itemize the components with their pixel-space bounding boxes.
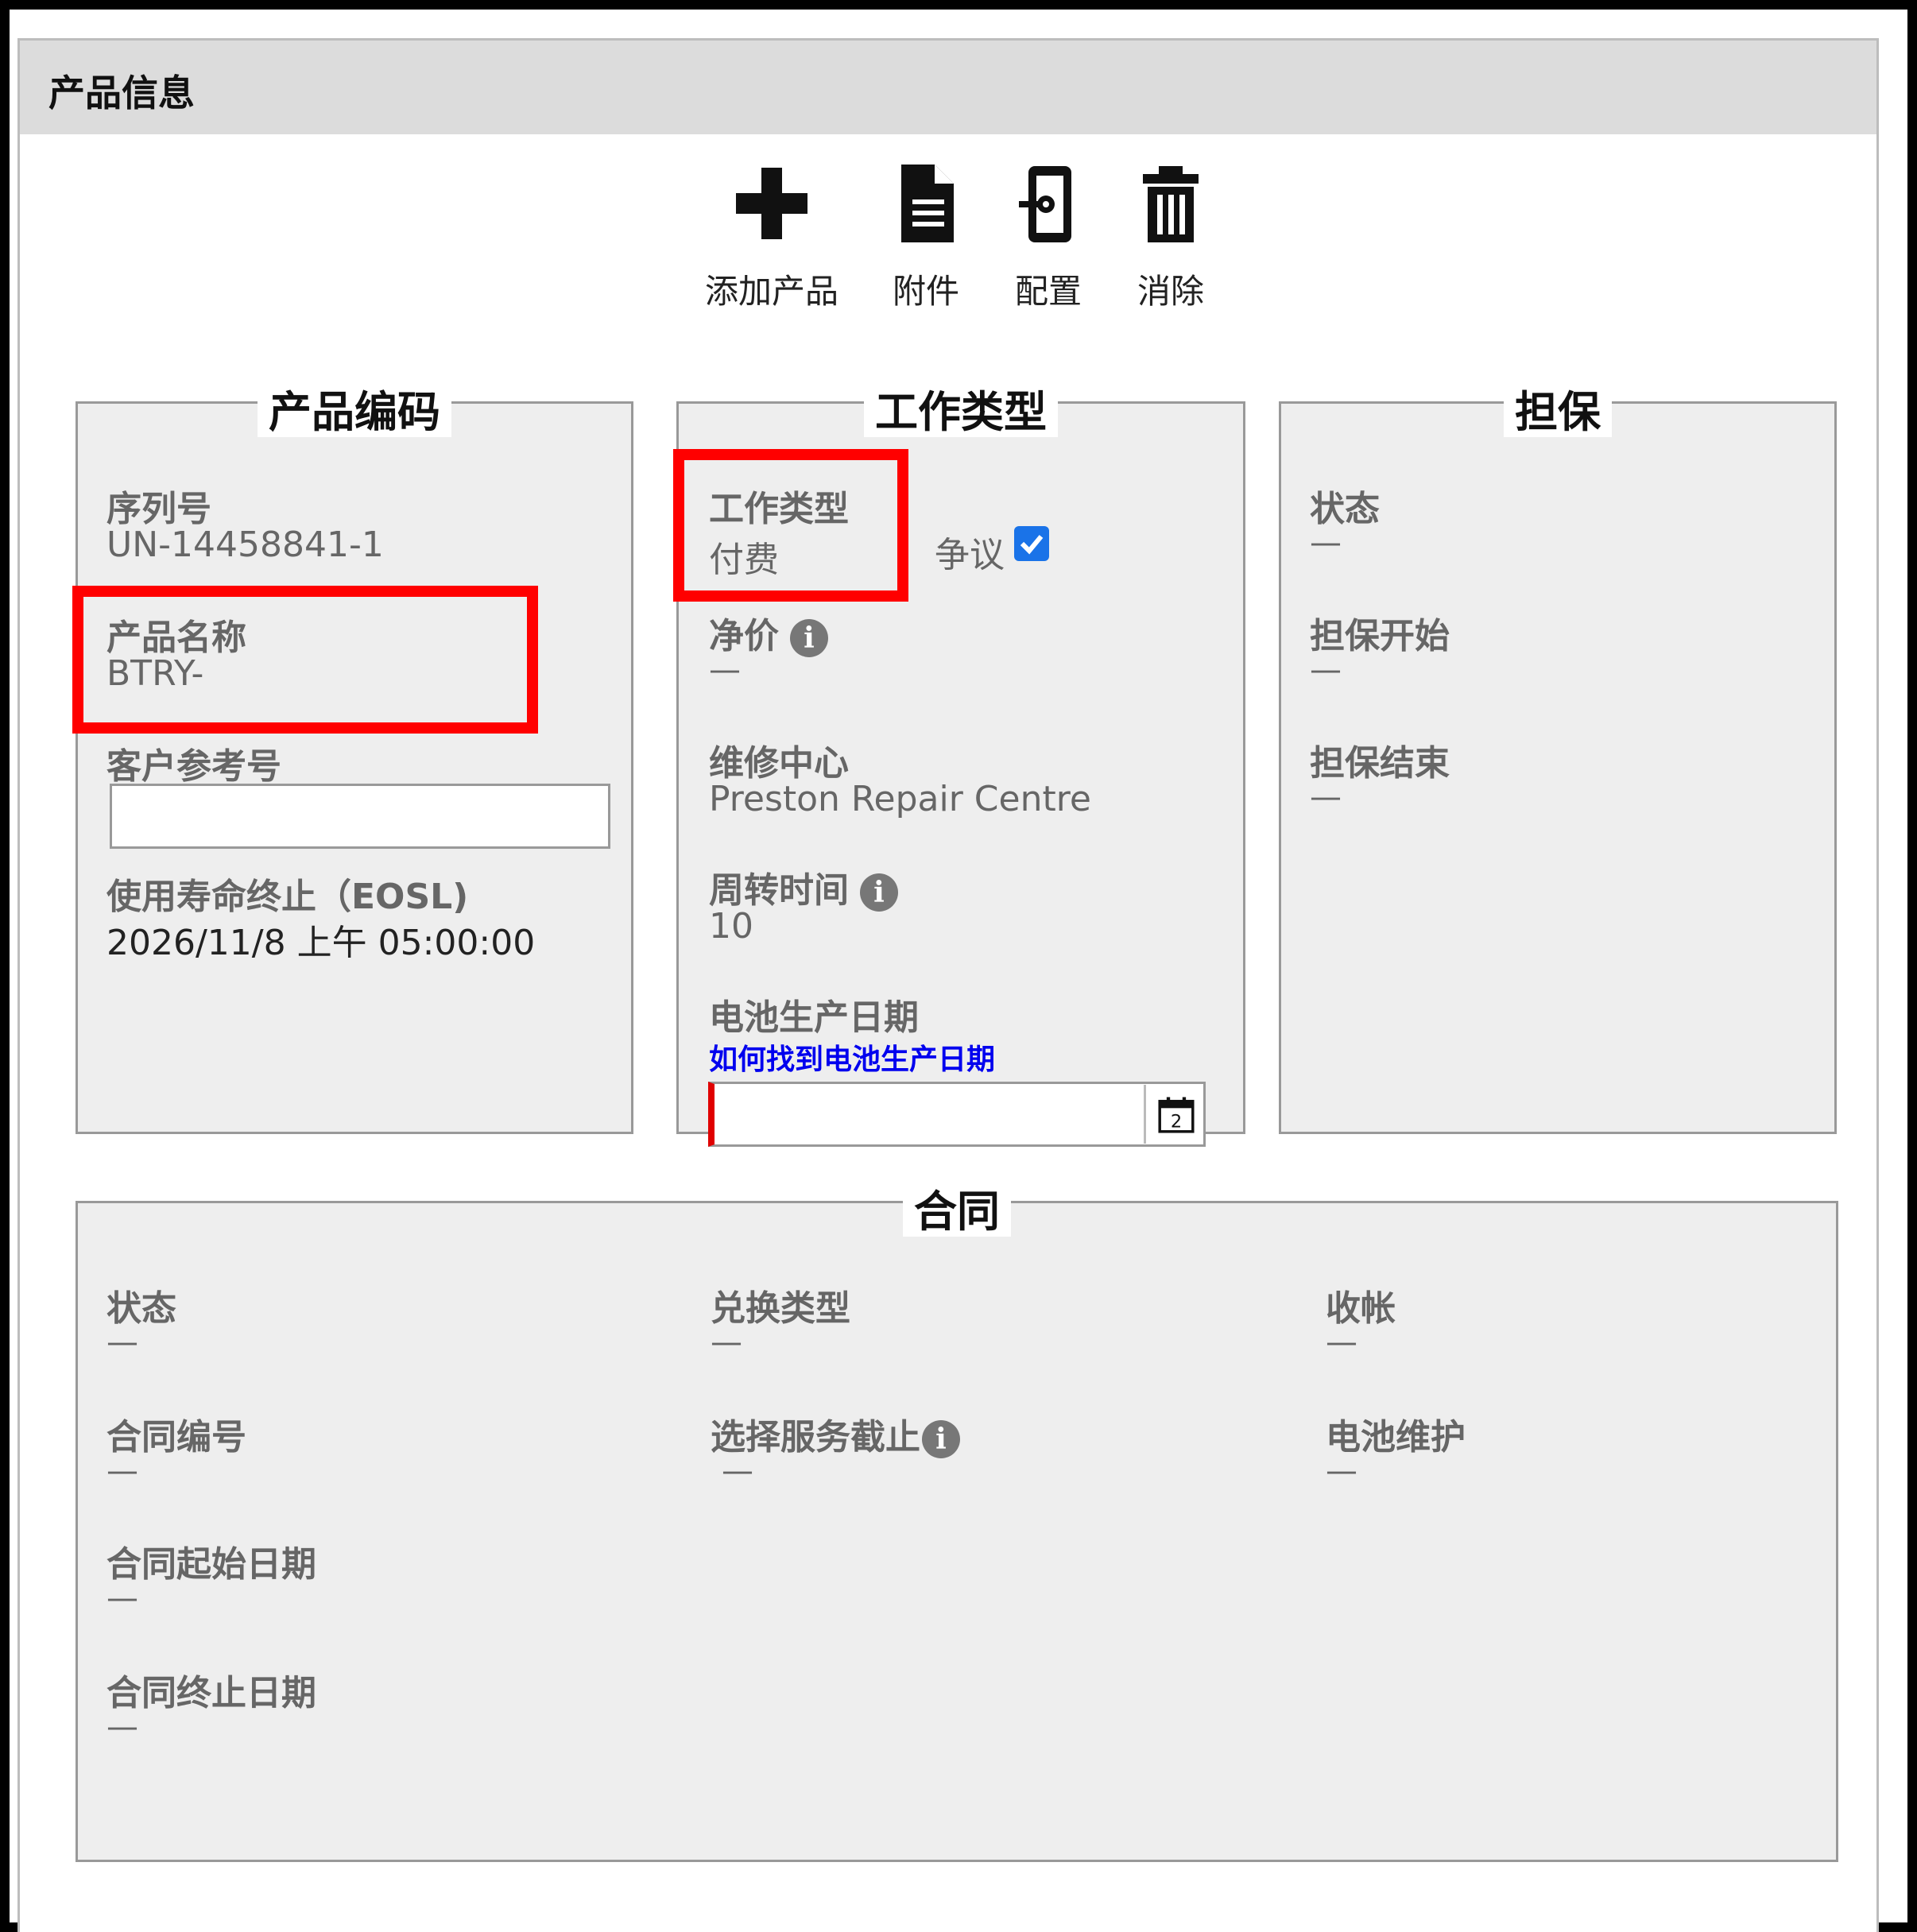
service-cutoff-value: — [722,1453,753,1489]
billing-label: 收帐 [1326,1288,1396,1329]
document-icon [901,165,954,242]
highlight-box-work-type [673,449,908,602]
contract-end-value: — [106,1709,138,1745]
info-icon[interactable]: i [922,1420,960,1458]
service-cutoff-label: 选择服务截止 i [711,1408,960,1459]
serial-value: UN-14458841-1 [106,525,384,565]
panel-header: 产品信息 [20,41,1876,134]
delete-button[interactable]: 消除 [1091,160,1250,358]
contract-end-label: 合同终止日期 [106,1673,316,1713]
serial-label: 序列号 [106,489,211,529]
calendar-day: 2 [1171,1112,1182,1132]
contract-number-label: 合同编号 [106,1417,246,1458]
add-product-button[interactable]: 添加产品 [692,160,851,358]
warranty-heading: 担保 [1504,387,1612,437]
customer-ref-input[interactable] [110,784,610,849]
eosl-value: 2026/11/8 上午 05:00:00 [106,923,536,963]
contract-heading: 合同 [903,1187,1011,1237]
contract-start-label: 合同起始日期 [106,1544,316,1585]
warranty-status-value: — [1310,525,1342,561]
panel-title: 产品信息 [48,72,195,114]
turnaround-label: 周转时间 i [709,861,898,912]
highlight-box-product-name [72,586,538,734]
warranty-status-label: 状态 [1310,489,1380,529]
product-info-panel: 产品信息 添加产品 附件 配置 消除 产品编码 序列号 UN-14458841-… [17,38,1879,1932]
contract-start-value: — [106,1580,138,1616]
checkmark-icon [1020,535,1044,555]
net-price-value: — [709,652,741,688]
repair-center-label: 维修中心 [709,743,849,784]
battery-date-input[interactable] [708,1082,1206,1147]
contract-group: 合同 状态 — 合同编号 — 合同起始日期 — 合同终止日期 — 兑换类型 — … [76,1187,1838,1862]
trash-icon [1143,166,1199,242]
contract-status-label: 状态 [106,1288,176,1329]
exchange-type-value: — [711,1324,742,1361]
battery-maintenance-value: — [1326,1453,1357,1489]
calendar-icon: 2 [1158,1097,1195,1133]
battery-maintenance-label: 电池维护 [1326,1417,1466,1458]
warranty-group: 担保 状态 — 担保开始 — 担保结束 — [1279,387,1837,1134]
contract-status-value: — [106,1324,138,1361]
add-product-label: 添加产品 [704,272,838,311]
dispute-label: 争议 [935,535,1005,575]
calendar-button[interactable]: 2 [1144,1085,1203,1144]
repair-center-value: Preston Repair Centre [709,779,1091,819]
plus-icon [736,168,807,239]
turnaround-value: 10 [709,906,753,947]
info-icon[interactable]: i [790,619,828,657]
product-code-group: 产品编码 序列号 UN-14458841-1 产品名称 BTRY- 客户参考号 … [76,387,633,1134]
warranty-start-value: — [1310,652,1342,688]
battery-date-label: 电池生产日期 [709,997,919,1038]
config-device-icon [1019,166,1071,242]
delete-label: 消除 [1137,272,1204,311]
warranty-start-label: 担保开始 [1310,616,1450,656]
info-icon[interactable]: i [860,873,898,912]
net-price-label: 净价 i [709,607,828,658]
billing-value: — [1326,1324,1357,1361]
work-type-heading: 工作类型 [864,387,1058,437]
eosl-label: 使用寿命终止（EOSL) [106,877,469,917]
contract-number-value: — [106,1453,138,1489]
customer-ref-label: 客户参考号 [106,746,281,787]
battery-date-help-link[interactable]: 如何找到电池生产日期 [709,1036,995,1078]
dispute-checkbox[interactable] [1014,526,1049,561]
exchange-type-label: 兑换类型 [711,1288,850,1329]
warranty-end-label: 担保结束 [1310,743,1450,784]
warranty-end-value: — [1310,779,1342,815]
product-code-heading: 产品编码 [258,387,451,437]
